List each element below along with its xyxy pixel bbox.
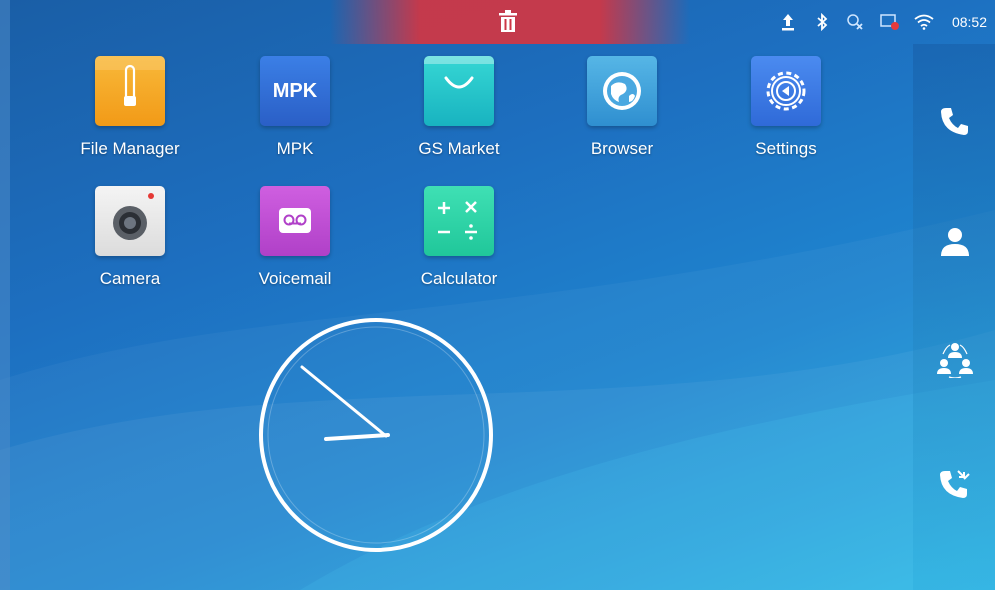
app-file-manager[interactable]: File Manager	[70, 56, 190, 159]
calculator-icon	[424, 186, 494, 256]
status-bar: 08:52	[0, 0, 995, 44]
left-edge-panel	[0, 0, 10, 590]
app-gs-market[interactable]: GS Market	[399, 56, 519, 159]
conference-icon	[937, 343, 973, 378]
app-settings[interactable]: Settings	[726, 56, 846, 159]
app-label: Calculator	[420, 269, 498, 288]
wifi-icon	[914, 12, 934, 32]
app-label: GS Market	[418, 139, 500, 158]
side-dock	[913, 44, 995, 590]
file-manager-icon	[95, 56, 165, 126]
analog-clock-widget[interactable]	[256, 315, 496, 555]
voicemail-icon	[260, 186, 330, 256]
contacts-icon	[941, 228, 969, 256]
trash-icon	[499, 10, 517, 32]
app-camera[interactable]: Camera	[70, 186, 190, 289]
status-time: 08:52	[951, 14, 987, 30]
app-label: Browser	[590, 139, 654, 158]
upload-icon	[778, 12, 798, 32]
gs-market-icon	[424, 56, 494, 126]
conference-button[interactable]	[933, 336, 977, 380]
phone-icon	[941, 108, 968, 135]
bluetooth-icon	[812, 12, 832, 32]
app-mpk[interactable]: MPK MPK	[235, 56, 355, 159]
app-browser[interactable]: Browser	[562, 56, 682, 159]
settings-icon	[751, 56, 821, 126]
app-calculator[interactable]: Calculator	[399, 186, 519, 289]
call-history-button[interactable]	[933, 462, 977, 506]
mpk-icon-text: MPK	[272, 79, 318, 102]
missed-call-icon	[846, 12, 866, 32]
app-label: MPK	[276, 139, 314, 158]
app-voicemail[interactable]: Voicemail	[235, 186, 355, 289]
app-label: File Manager	[80, 139, 180, 158]
phone-button[interactable]	[933, 99, 977, 143]
contacts-button[interactable]	[933, 219, 977, 263]
call-history-icon	[940, 470, 970, 498]
app-label: Voicemail	[258, 269, 332, 288]
app-label: Settings	[755, 139, 817, 158]
camera-icon	[95, 186, 165, 256]
mpk-icon: MPK	[260, 56, 330, 126]
screen-record-icon	[880, 12, 900, 32]
minute-hand	[300, 365, 388, 438]
app-label: Camera	[99, 269, 161, 288]
browser-icon	[587, 56, 657, 126]
hour-hand	[324, 433, 390, 441]
